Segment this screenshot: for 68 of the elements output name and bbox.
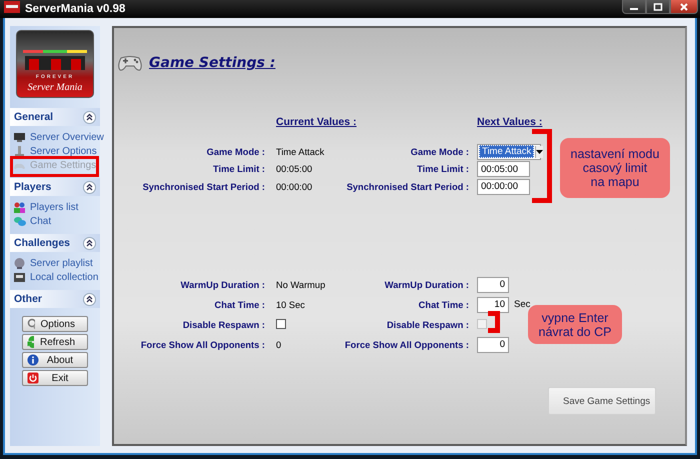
field-label: Synchronised Start Period :	[346, 182, 469, 192]
field-label: Force Show All Opponents :	[140, 340, 265, 350]
chat-icon	[13, 215, 26, 227]
field-label: Disable Respawn :	[182, 320, 265, 330]
annotation-note: vypne Enter návrat do CP	[528, 305, 622, 344]
logo-drawing	[23, 50, 87, 70]
input-field[interactable]: 00:00:00	[477, 178, 530, 195]
field-label: Time Limit :	[212, 164, 265, 174]
sidebar-button[interactable]: Options	[22, 316, 88, 332]
sidebar-button[interactable]: Refresh	[22, 334, 88, 350]
field-value: Time Attack	[276, 146, 326, 157]
sidebar-button[interactable]: About	[22, 352, 88, 368]
refresh-icon	[27, 336, 34, 348]
field-label: Game Mode :	[410, 146, 469, 157]
close-button[interactable]	[670, 0, 698, 14]
field-label: Chat Time :	[214, 300, 265, 310]
nav-item[interactable]: Chat	[13, 214, 100, 228]
save-button[interactable]: Save Game Settings	[548, 387, 656, 415]
annotation-note: nastavení modu casový limit na mapu	[560, 138, 670, 198]
field-value: 00:05:00	[276, 164, 314, 174]
field-label: Disable Respawn :	[386, 320, 469, 330]
nav-item[interactable]: Server Options	[13, 144, 100, 158]
power-icon	[27, 372, 39, 384]
nav-item[interactable]: Players list	[13, 200, 100, 214]
input-field[interactable]: 10	[477, 296, 509, 312]
close-icon	[679, 2, 689, 10]
collapse-icon[interactable]	[83, 110, 96, 124]
monitor-icon	[13, 131, 26, 143]
gamepad-icon	[117, 54, 143, 72]
field-label: Synchronised Start Period :	[142, 182, 265, 192]
minimize-button[interactable]	[622, 0, 646, 14]
field-value: No Warmup	[276, 280, 326, 290]
info-icon	[27, 354, 39, 366]
field-label: Chat Time :	[418, 300, 469, 310]
field-value: 0	[276, 340, 282, 350]
collapse-icon[interactable]	[83, 180, 96, 194]
logo-name: Server Mania	[28, 82, 82, 93]
field-label: WarmUp Duration :	[180, 280, 265, 290]
checkbox[interactable]	[276, 318, 286, 328]
field-label: Time Limit :	[416, 164, 469, 174]
collapse-icon[interactable]	[83, 292, 96, 306]
column-heading: Current Values :	[276, 116, 357, 129]
field-label: Force Show All Opponents :	[344, 340, 469, 350]
mode-dropdown[interactable]: Time Attack	[477, 144, 541, 160]
input-field[interactable]: 0	[477, 336, 509, 352]
page-title: Game Settings :	[149, 55, 276, 71]
input-field[interactable]: 00:05:00	[477, 161, 530, 178]
field-label: WarmUp Duration :	[384, 280, 469, 290]
nav-item[interactable]: Local collection	[13, 270, 100, 284]
people-icon	[13, 201, 26, 213]
joystick-icon	[13, 145, 26, 157]
globe-icon	[13, 257, 26, 269]
input-field[interactable]: 0	[477, 276, 509, 292]
nav-item[interactable]: Server playlist	[13, 256, 100, 270]
maximize-button[interactable]	[646, 0, 670, 14]
unit-label: Sec	[514, 299, 530, 310]
maximize-icon	[653, 2, 663, 10]
app-icon	[4, 1, 20, 13]
field-value: 00:00:00	[276, 182, 314, 192]
gear-icon	[27, 318, 35, 330]
field-value: 10 Sec	[276, 300, 306, 310]
collapse-icon[interactable]	[83, 236, 96, 250]
sidebar-button[interactable]: Exit	[22, 370, 88, 386]
window-title: ServerMania v0.98	[25, 3, 126, 15]
dropdown-arrow-icon	[536, 150, 544, 154]
bracket-mark	[488, 311, 500, 333]
column-heading: Next Values :	[477, 116, 542, 129]
field-label: Game Mode :	[206, 146, 265, 157]
